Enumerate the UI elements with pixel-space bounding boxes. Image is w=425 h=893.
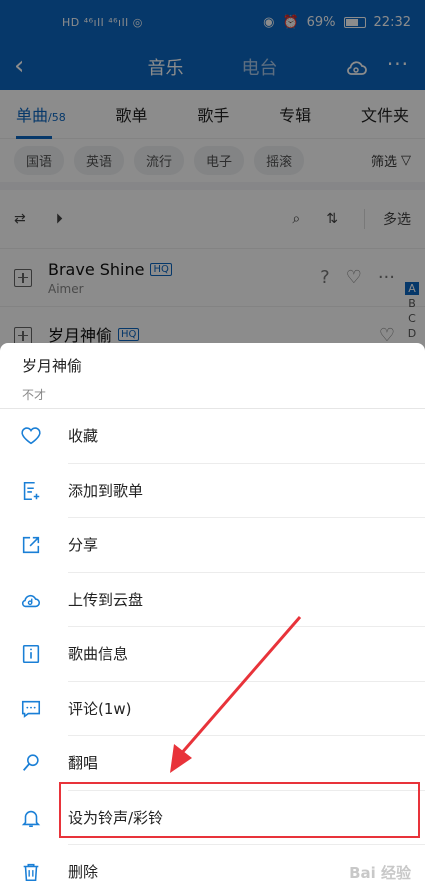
menu-item-song-info[interactable]: 歌曲信息 bbox=[0, 627, 425, 682]
share-icon bbox=[20, 534, 42, 556]
sheet-song-artist: 不才 bbox=[22, 388, 47, 402]
menu-item-add-to-playlist[interactable]: 添加到歌单 bbox=[0, 464, 425, 518]
menu-item-favorite[interactable]: 收藏 bbox=[0, 409, 425, 464]
menu-item-share[interactable]: 分享 bbox=[0, 518, 425, 573]
menu-item-label: 分享 bbox=[68, 518, 425, 573]
comment-icon bbox=[20, 698, 42, 720]
microphone-icon bbox=[20, 752, 42, 774]
add-to-playlist-icon bbox=[20, 480, 42, 502]
menu-item-comments[interactable]: 评论(1w) bbox=[0, 682, 425, 736]
song-action-sheet: 岁月神偷 不才 收藏 添加到歌单 分享 上传到云盘 歌曲信息 评论(1w) 翻唱… bbox=[0, 343, 425, 893]
heart-icon bbox=[20, 425, 42, 447]
watermark: Bai 经验 bbox=[349, 864, 411, 882]
annotation-highlight-box bbox=[59, 782, 420, 838]
sheet-song-title: 岁月神偷 bbox=[22, 357, 83, 375]
info-icon bbox=[20, 643, 42, 665]
menu-item-upload-cloud[interactable]: 上传到云盘 bbox=[0, 573, 425, 627]
menu-item-label: 上传到云盘 bbox=[68, 573, 425, 627]
bell-icon bbox=[20, 807, 42, 829]
menu-item-label: 歌曲信息 bbox=[68, 627, 425, 682]
trash-icon bbox=[20, 861, 42, 883]
sheet-header: 岁月神偷 不才 bbox=[0, 343, 425, 409]
menu-item-label: 添加到歌单 bbox=[68, 464, 425, 518]
cloud-upload-icon bbox=[20, 589, 42, 611]
menu-item-label: 收藏 bbox=[68, 409, 425, 464]
menu-item-label: 评论(1w) bbox=[68, 682, 425, 736]
